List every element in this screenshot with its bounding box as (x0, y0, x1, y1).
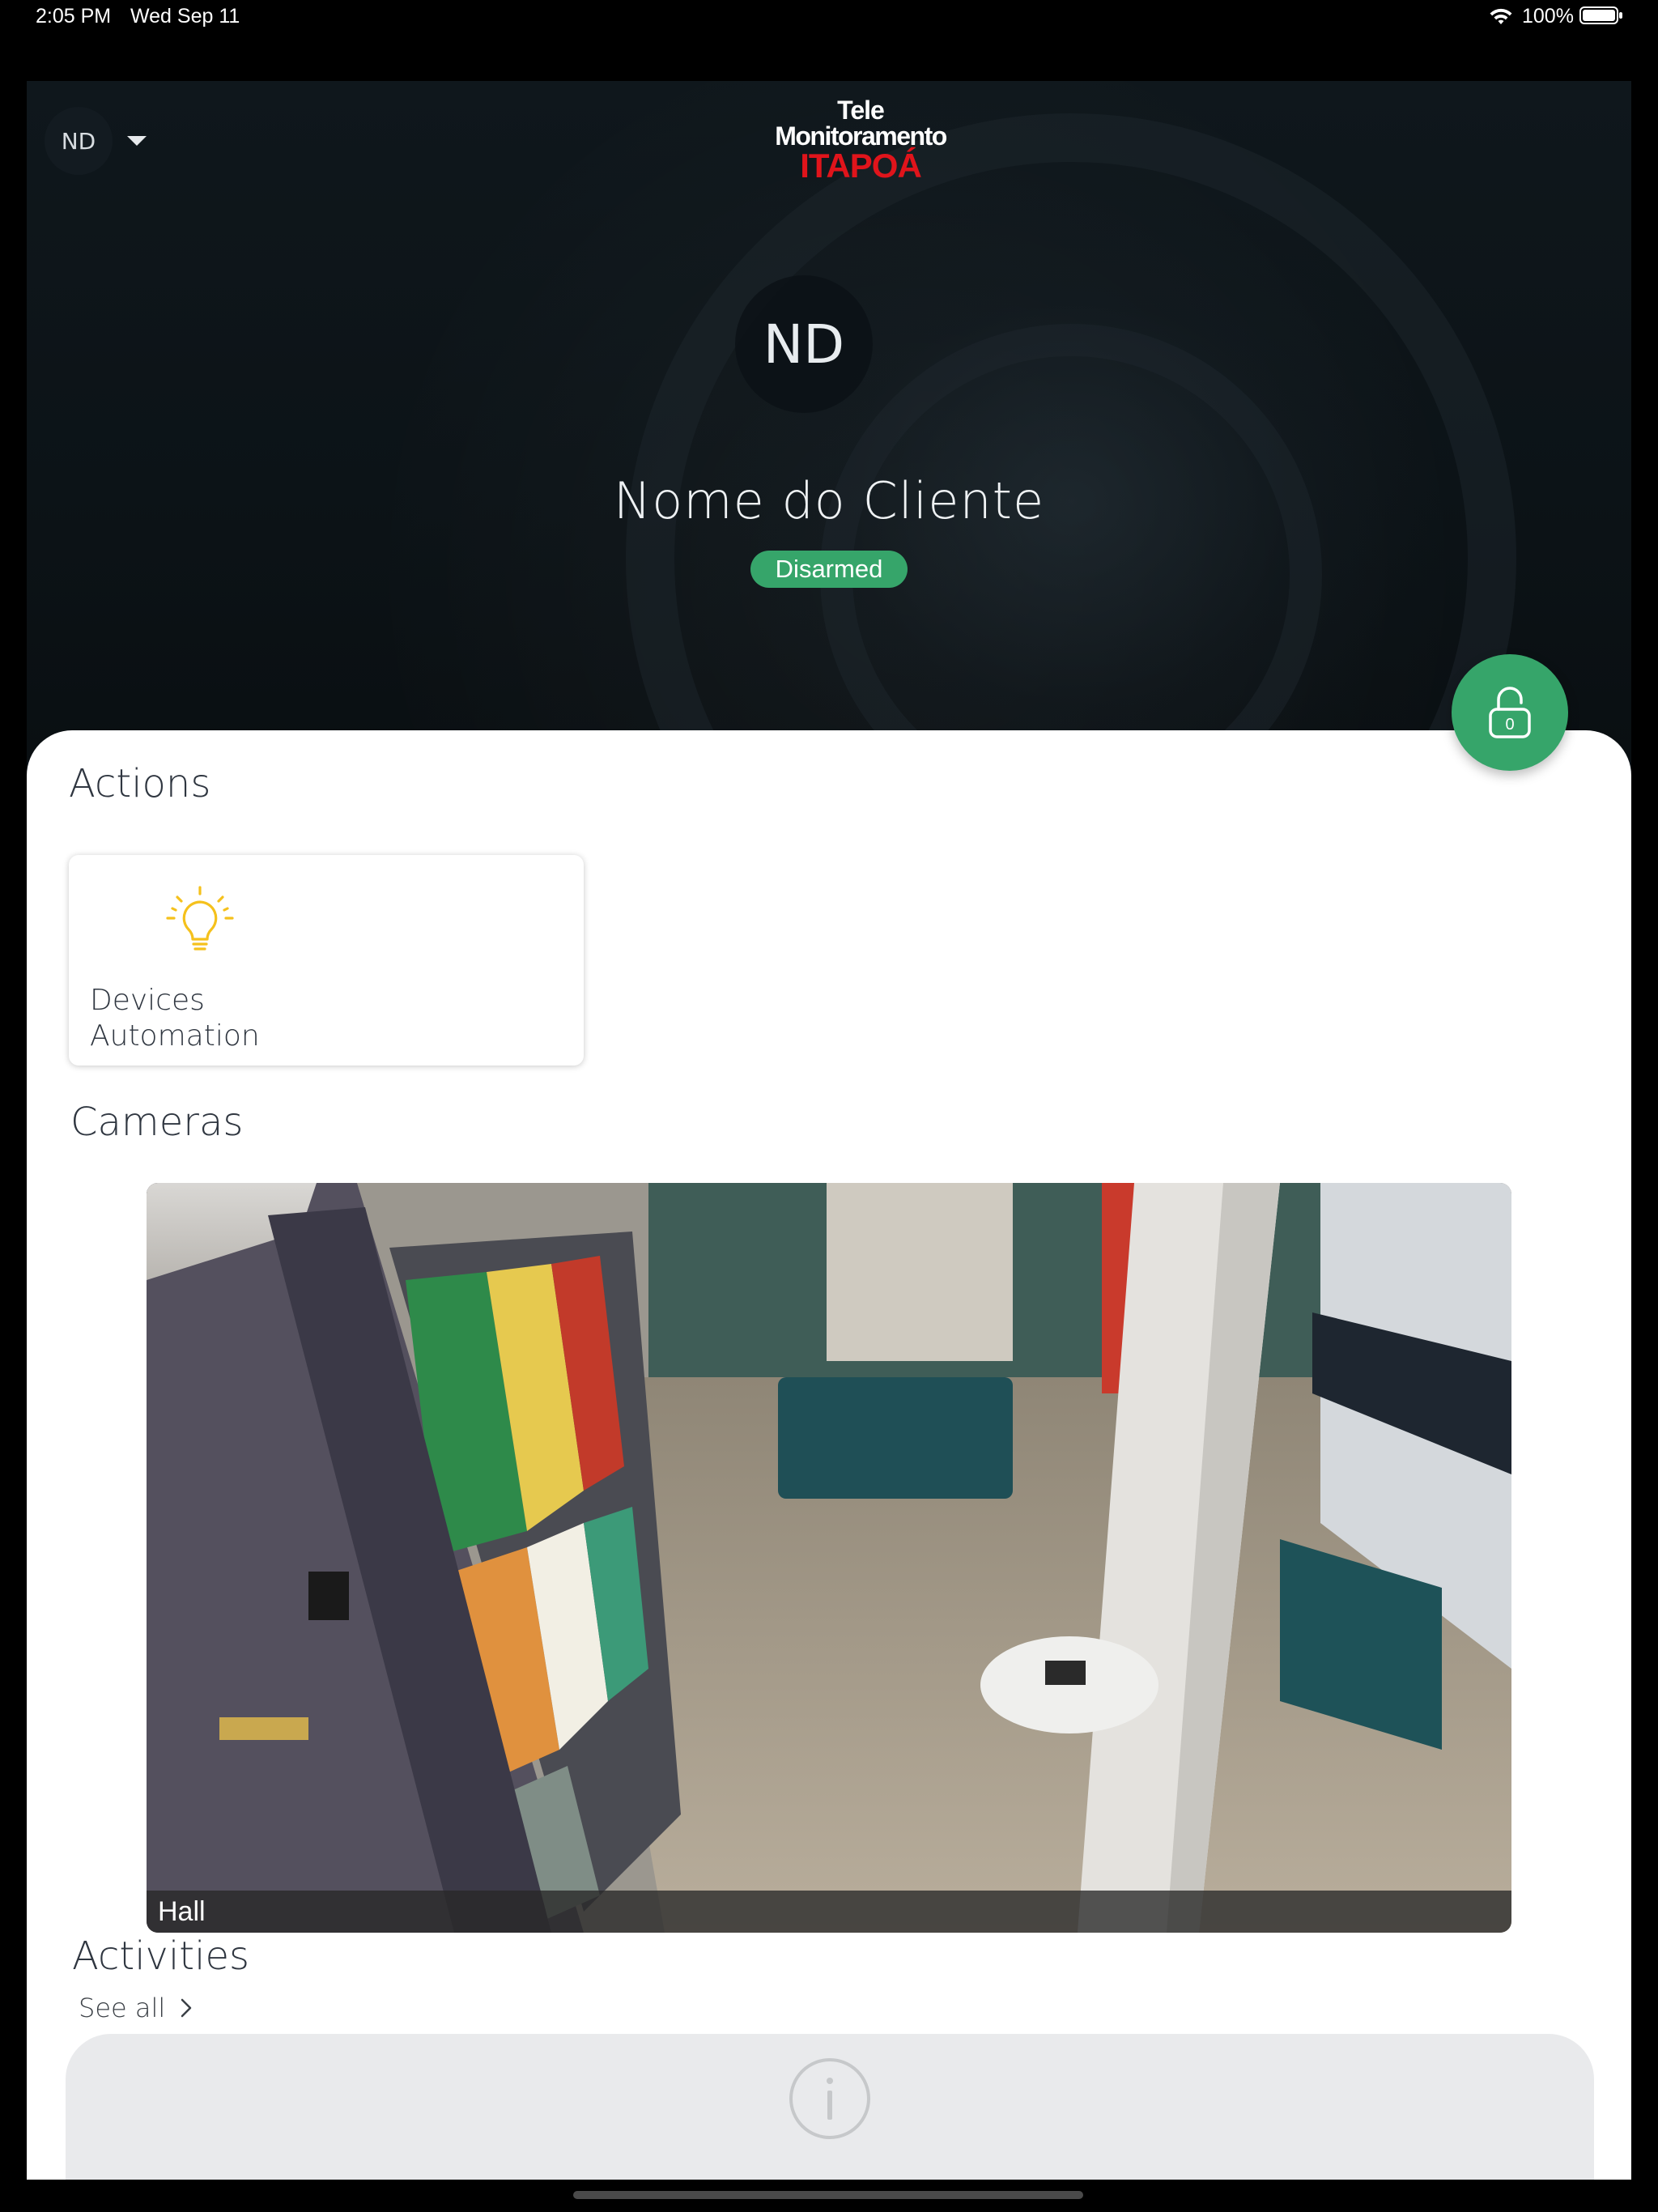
logo-line-2: Monitoramento (775, 121, 947, 151)
account-avatar[interactable]: ND (45, 107, 113, 175)
chevron-right-icon (181, 1998, 192, 2018)
battery-percentage: 100% (1522, 5, 1574, 28)
status-badge: Disarmed (750, 551, 908, 588)
cameras-title: Cameras (70, 1100, 244, 1145)
camera-caption: Hall (147, 1891, 1511, 1933)
action-card-devices-automation[interactable]: Devices Automation (69, 855, 584, 1066)
status-bar: 2:05 PM Wed Sep 11 100% (0, 0, 1658, 36)
unlocked-padlock-icon: 0 (1489, 687, 1531, 738)
client-name: Nome do Cliente (613, 471, 1045, 530)
home-indicator[interactable] (573, 2191, 1083, 2199)
ipad-screen: 2:05 PM Wed Sep 11 100% ND Tele Monitora… (0, 0, 1658, 2212)
see-all-label: See all (79, 1993, 166, 2023)
action-label: Devices Automation (90, 983, 414, 1054)
camera-image (147, 1183, 1511, 1933)
activities-title: Activities (72, 1933, 249, 1979)
brand-logo: Tele Monitoramento ITAPOÁ (747, 97, 974, 183)
client-avatar: ND (735, 275, 873, 413)
status-time: 2:05 PM (36, 5, 112, 28)
arm-count: 0 (1505, 716, 1514, 734)
camera-feed-hall[interactable]: Hall (147, 1183, 1511, 1933)
logo-line-1: Tele (837, 96, 885, 125)
hero-header: ND Tele Monitoramento ITAPOÁ ND Nome do … (27, 81, 1631, 1004)
account-switcher[interactable]: ND (45, 107, 147, 175)
app-window: ND Tele Monitoramento ITAPOÁ ND Nome do … (27, 81, 1631, 2180)
actions-title: Actions (69, 761, 211, 806)
status-date: Wed Sep 11 (130, 5, 240, 28)
wifi-icon (1490, 8, 1512, 24)
battery-icon (1579, 6, 1622, 24)
action-label-line-2: Automation (90, 1019, 260, 1053)
activities-panel (66, 2034, 1594, 2180)
see-all-link[interactable]: See all (79, 1990, 194, 2026)
arm-button[interactable]: 0 (1452, 654, 1568, 771)
action-label-line-1: Devices (90, 984, 205, 1017)
info-icon (789, 2058, 870, 2139)
chevron-down-icon[interactable] (127, 136, 147, 146)
lightbulb-icon (166, 886, 234, 951)
logo-line-3: ITAPOÁ (800, 147, 922, 185)
